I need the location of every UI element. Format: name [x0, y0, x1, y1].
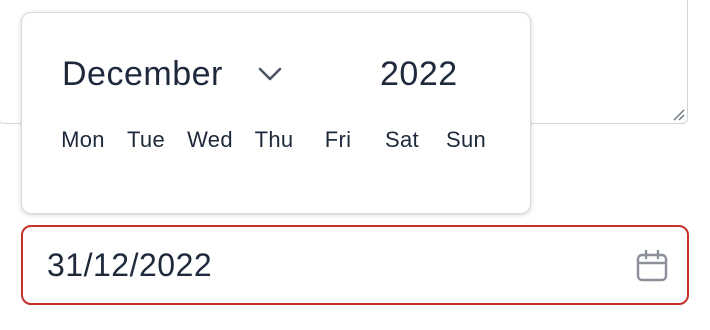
resize-handle-icon[interactable] [671, 107, 685, 121]
weekday-sat: Sat [385, 127, 419, 152]
date-picker-popup: December 2022 Mon Tue Wed Thu Fri Sat Su… [21, 12, 531, 214]
weekday-tue: Tue [127, 127, 165, 152]
weekday-thu: Thu [254, 127, 294, 152]
weekday-fri: Fri [324, 127, 352, 152]
date-picker-stage: December 2022 Mon Tue Wed Thu Fri Sat Su… [0, 0, 710, 330]
chevron-down-icon[interactable] [255, 59, 285, 89]
weekday-header: Mon Tue Wed Thu Fri Sat Sun [52, 127, 498, 153]
calendar-icon[interactable] [633, 247, 671, 285]
date-input-field[interactable]: 31/12/2022 [21, 225, 689, 305]
month-label: December [62, 54, 223, 93]
month-dropdown[interactable]: December [62, 53, 285, 95]
date-input-value[interactable]: 31/12/2022 [47, 247, 212, 284]
weekday-wed: Wed [187, 127, 233, 152]
weekday-mon: Mon [61, 127, 105, 152]
weekday-sun: Sun [445, 127, 487, 152]
year-label[interactable]: 2022 [380, 53, 458, 95]
